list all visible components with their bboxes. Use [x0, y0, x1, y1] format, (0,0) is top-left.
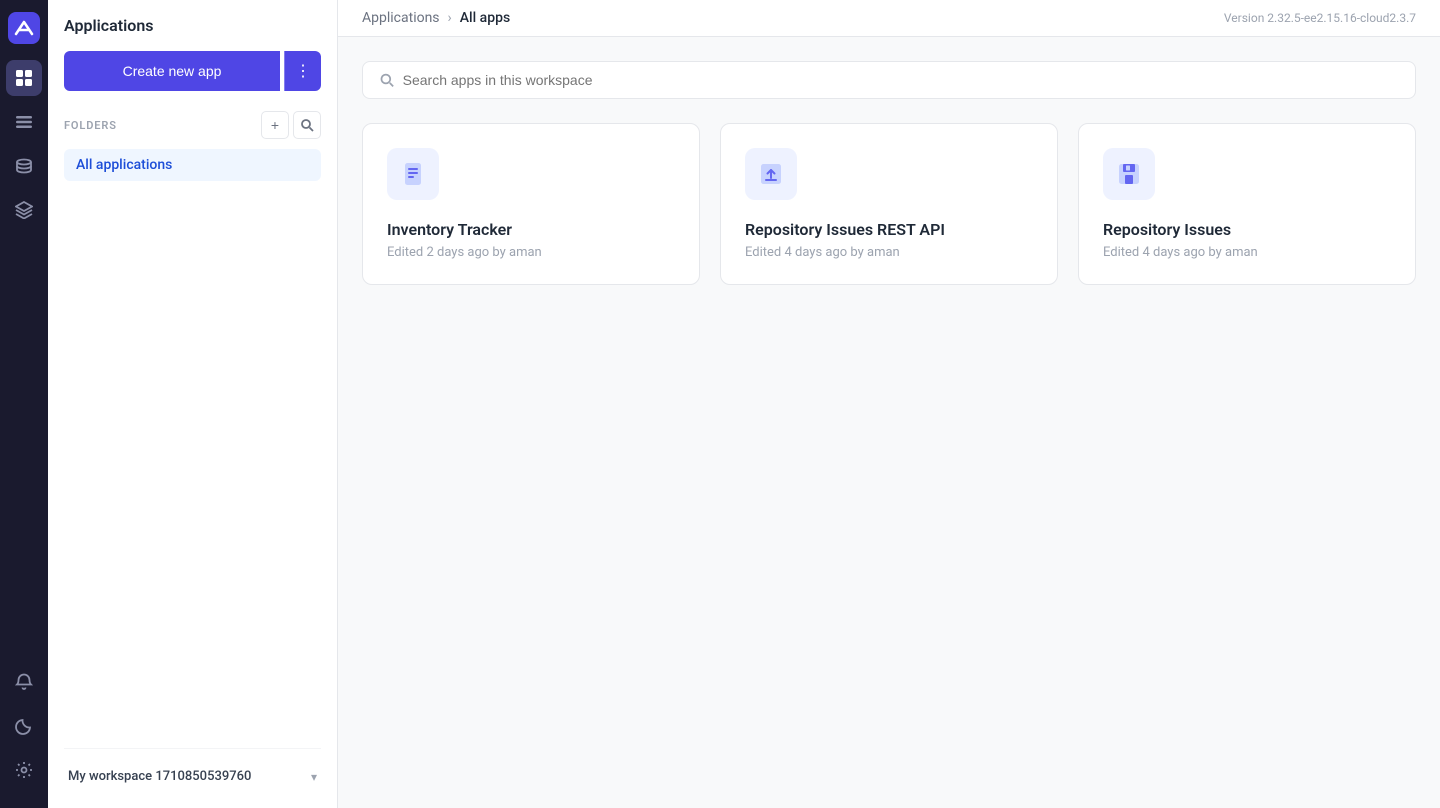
create-new-app-more-button[interactable]: ⋮ — [284, 51, 321, 91]
plus-icon: + — [271, 117, 279, 133]
app-name: Repository Issues — [1103, 220, 1391, 239]
save-icon — [1116, 161, 1142, 187]
chevron-down-icon: ▾ — [311, 770, 317, 784]
nav-icon-settings[interactable] — [6, 752, 42, 788]
upload-icon — [758, 161, 784, 187]
nav-icon-bell[interactable] — [6, 664, 42, 700]
app-name: Repository Issues REST API — [745, 220, 1033, 239]
version-text: Version 2.32.5-ee2.15.16-cloud2.3.7 — [1224, 11, 1416, 25]
search-bar[interactable] — [362, 61, 1416, 99]
folder-label: All applications — [76, 157, 172, 173]
app-card-repository-issues[interactable]: Repository Issues Edited 4 days ago by a… — [1078, 123, 1416, 285]
left-panel: Applications Create new app ⋮ FOLDERS + … — [48, 0, 338, 808]
search-folder-button[interactable] — [293, 111, 321, 139]
content-area: Inventory Tracker Edited 2 days ago by a… — [338, 37, 1440, 808]
app-name: Inventory Tracker — [387, 220, 675, 239]
icon-sidebar — [0, 0, 48, 808]
app-meta: Edited 4 days ago by aman — [745, 245, 1033, 260]
nav-icon-list[interactable] — [6, 104, 42, 140]
nav-icon-grid[interactable] — [6, 60, 42, 96]
workspace-name: My workspace 1710850539760 — [68, 769, 251, 784]
main-content: Applications › All apps Version 2.32.5-e… — [338, 0, 1440, 808]
workspace-row[interactable]: My workspace 1710850539760 ▾ — [64, 761, 321, 792]
breadcrumb-separator: › — [448, 10, 452, 26]
folder-item-all-applications[interactable]: All applications — [64, 149, 321, 181]
app-logo[interactable] — [8, 12, 40, 44]
app-card-inventory-tracker[interactable]: Inventory Tracker Edited 2 days ago by a… — [362, 123, 700, 285]
nav-icon-moon[interactable] — [6, 708, 42, 744]
search-input[interactable] — [403, 72, 1399, 88]
app-meta: Edited 4 days ago by aman — [1103, 245, 1391, 260]
bottom-icons — [6, 664, 42, 796]
folders-actions: + — [261, 111, 321, 139]
create-btn-wrapper: Create new app ⋮ — [64, 51, 321, 91]
app-meta: Edited 2 days ago by aman — [387, 245, 675, 260]
document-icon — [400, 161, 426, 187]
nav-icon-database[interactable] — [6, 148, 42, 184]
add-folder-button[interactable]: + — [261, 111, 289, 139]
app-icon-wrapper — [387, 148, 439, 200]
folders-header: FOLDERS + — [64, 111, 321, 139]
search-input-icon — [379, 72, 395, 88]
breadcrumb-root[interactable]: Applications — [362, 10, 440, 26]
left-panel-footer: My workspace 1710850539760 ▾ — [64, 748, 321, 792]
search-icon — [300, 118, 314, 132]
create-new-app-button[interactable]: Create new app — [64, 51, 280, 91]
app-icon-wrapper — [1103, 148, 1155, 200]
app-card-repository-issues-rest[interactable]: Repository Issues REST API Edited 4 days… — [720, 123, 1058, 285]
nav-icon-layers[interactable] — [6, 192, 42, 228]
dots-icon: ⋮ — [295, 63, 311, 80]
left-panel-title: Applications — [64, 16, 321, 35]
folders-label: FOLDERS — [64, 119, 117, 132]
breadcrumb: Applications › All apps — [362, 10, 510, 26]
app-icon-wrapper — [745, 148, 797, 200]
breadcrumb-current: All apps — [460, 10, 510, 26]
main-header: Applications › All apps Version 2.32.5-e… — [338, 0, 1440, 37]
apps-grid: Inventory Tracker Edited 2 days ago by a… — [362, 123, 1416, 285]
